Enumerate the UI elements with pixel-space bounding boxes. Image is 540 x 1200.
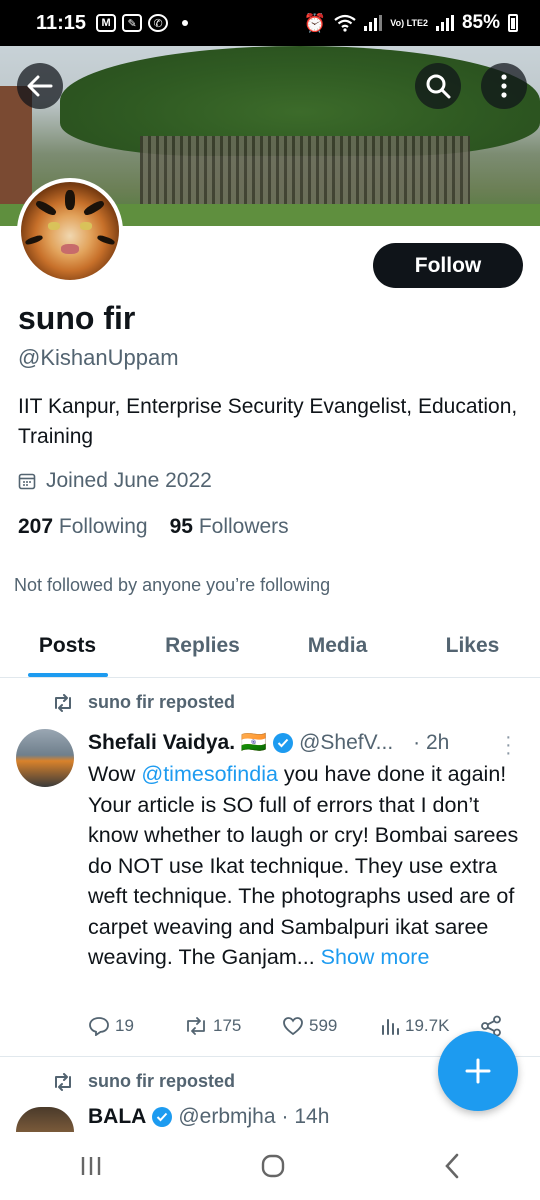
joined-text: Joined June 2022 xyxy=(46,469,212,492)
follow-button[interactable]: Follow xyxy=(373,243,523,288)
tweet-author-name-2[interactable]: BALA xyxy=(88,1105,146,1129)
tiger-stripe xyxy=(96,234,116,246)
followers-label: Followers xyxy=(198,515,289,538)
tiger-eye-right xyxy=(80,222,92,230)
recent-apps-icon[interactable] xyxy=(79,1155,103,1177)
home-icon[interactable] xyxy=(261,1154,285,1178)
tweet-author-handle[interactable]: @ShefV... xyxy=(299,731,393,755)
tweet-author-name[interactable]: Shefali Vaidya. 🇮🇳 xyxy=(88,731,267,755)
more-vertical-icon xyxy=(501,74,507,98)
calendar-icon xyxy=(18,473,36,490)
active-tab-indicator xyxy=(27,673,108,677)
tweet-author-handle-2[interactable]: @erbmjha xyxy=(178,1105,275,1129)
arrow-left-icon xyxy=(27,75,53,97)
tweet-more-icon[interactable]: · · · xyxy=(505,727,512,763)
repost-indicator: suno fir reposted xyxy=(52,692,235,713)
plus-icon xyxy=(465,1058,491,1084)
verified-badge-icon xyxy=(152,1107,173,1127)
wifi-icon xyxy=(334,14,356,32)
tweet-time-2: · 14h xyxy=(281,1105,330,1128)
repost-indicator-2: suno fir reposted xyxy=(52,1071,235,1092)
notification-icons: M ✎ ✆ xyxy=(96,14,189,32)
tab-posts[interactable]: Posts xyxy=(0,620,135,677)
tweet-header-2: BALA @erbmjha · 14h xyxy=(88,1105,329,1129)
tweet-header: Shefali Vaidya. 🇮🇳 @ShefV... · 2h xyxy=(88,731,449,755)
tab-likes[interactable]: Likes xyxy=(405,620,540,677)
tweet-mention-link[interactable]: @timesofindia xyxy=(141,762,278,786)
more-options-button[interactable] xyxy=(481,63,527,109)
gmail-icon: M xyxy=(96,14,117,32)
tiger-nose xyxy=(61,244,79,254)
tiger-stripe xyxy=(24,234,44,246)
tweet-author-avatar[interactable] xyxy=(16,729,74,787)
battery-icon xyxy=(508,14,518,32)
alarm-icon: ⏰ xyxy=(303,12,327,33)
repost-icon xyxy=(55,1072,71,1091)
search-icon xyxy=(426,74,451,99)
status-right: ⏰ Vo) LTE2 85% xyxy=(304,12,518,34)
following-count: 207 xyxy=(18,515,54,538)
joined-date: Joined June 2022 xyxy=(18,469,212,493)
tab-media-label: Media xyxy=(307,634,368,657)
search-button[interactable] xyxy=(415,63,461,109)
repost-icon xyxy=(55,693,71,712)
whatsapp-icon: ✆ xyxy=(148,14,169,32)
like-button[interactable]: 599 xyxy=(282,1016,380,1036)
verified-badge-icon xyxy=(273,733,294,753)
tiger-stripe xyxy=(82,199,106,217)
profile-handle: @KishanUppam xyxy=(18,345,179,370)
tweet-text-rest: you have done it again! Your article is … xyxy=(88,762,519,969)
reply-count: 19 xyxy=(115,1016,134,1035)
not-followed-note: Not followed by anyone you’re following xyxy=(14,575,331,595)
repost-label: suno fir reposted xyxy=(88,692,236,712)
battery-percent: 85% xyxy=(461,12,500,33)
compose-post-button[interactable] xyxy=(438,1031,518,1111)
signal-icon-2 xyxy=(435,15,454,31)
back-nav-icon[interactable] xyxy=(443,1153,461,1179)
tiger-stripe xyxy=(34,199,58,217)
tab-posts-label: Posts xyxy=(38,634,97,657)
status-bar: 11:15 M ✎ ✆ ⏰ Vo) LTE2 85% xyxy=(0,0,540,46)
tab-media[interactable]: Media xyxy=(270,620,405,677)
show-more-link[interactable]: Show more xyxy=(321,945,430,969)
followers-count: 95 xyxy=(169,515,193,538)
repost-count: 175 xyxy=(213,1016,242,1035)
followers-stat[interactable]: 95 Followers xyxy=(170,515,289,539)
profile-name: suno fir xyxy=(18,300,136,336)
reply-icon xyxy=(89,1017,109,1036)
tweet-time: · 2h xyxy=(413,731,450,754)
tweet-actions: 19 175 599 19.7K xyxy=(88,1015,518,1037)
tab-replies-label: Replies xyxy=(165,634,240,657)
profile-avatar[interactable] xyxy=(17,178,123,284)
follow-stats: 207 Following 95 Followers xyxy=(18,515,289,539)
profile-tabs: Posts Replies Media Likes xyxy=(0,620,540,678)
edit-app-icon: ✎ xyxy=(122,14,143,32)
reply-button[interactable]: 19 xyxy=(88,1016,184,1036)
more-notifications-dot xyxy=(182,20,189,26)
views-count: 19.7K xyxy=(405,1016,450,1035)
tweet-text-start: Wow xyxy=(88,762,142,786)
repost-icon xyxy=(187,1017,205,1035)
signal-icon xyxy=(364,15,383,31)
status-time: 11:15 xyxy=(36,11,87,34)
tab-replies[interactable]: Replies xyxy=(135,620,270,677)
repost-label-2: suno fir reposted xyxy=(88,1071,236,1091)
back-button[interactable] xyxy=(17,63,63,109)
heart-icon xyxy=(283,1017,303,1036)
profile-bio: IIT Kanpur, Enterprise Security Evangeli… xyxy=(18,395,518,448)
like-count: 599 xyxy=(309,1016,338,1035)
network-label: Vo) LTE2 xyxy=(390,17,428,28)
views-chart-icon xyxy=(382,1019,399,1035)
repost-button[interactable]: 175 xyxy=(184,1016,282,1036)
tweet-text[interactable]: Wow @timesofindia you have done it again… xyxy=(88,759,528,973)
following-label: Following xyxy=(58,515,148,538)
system-nav-bar xyxy=(0,1132,540,1200)
following-stat[interactable]: 207 Following xyxy=(18,515,148,539)
tab-likes-label: Likes xyxy=(445,634,500,657)
tiger-stripe xyxy=(65,190,75,210)
tiger-eye-left xyxy=(48,222,60,230)
tweet-author-avatar-2[interactable] xyxy=(16,1107,74,1132)
